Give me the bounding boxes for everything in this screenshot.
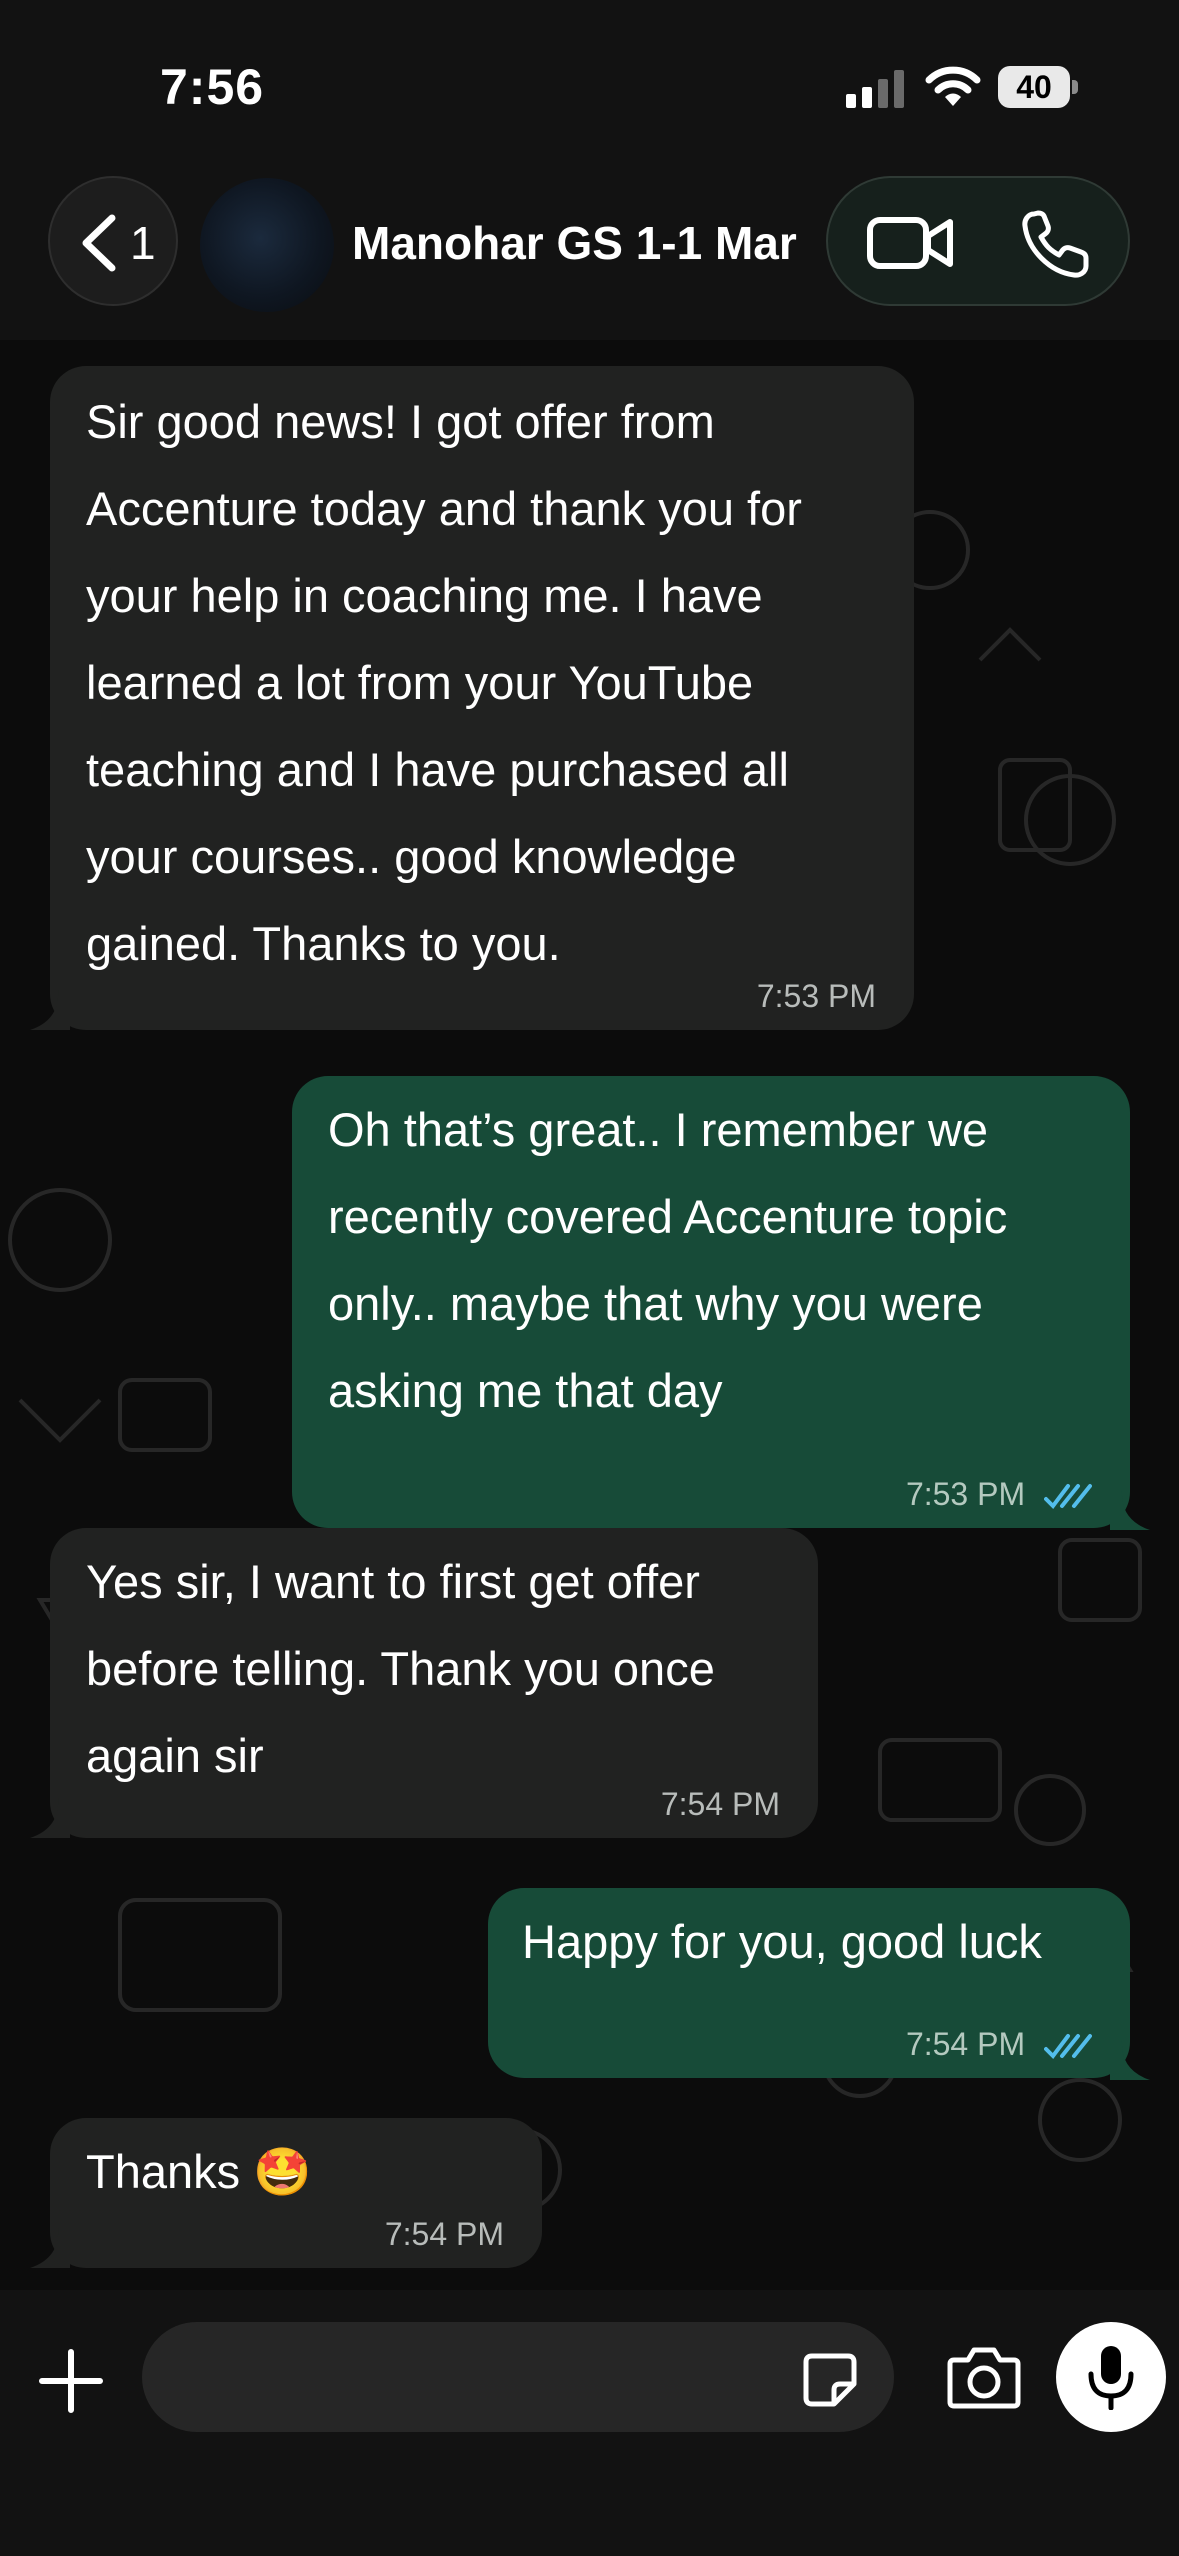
video-call-icon[interactable] (866, 212, 956, 272)
message-time: 7:54 PM (905, 2026, 1026, 2062)
message-time: 7:54 PM (384, 2216, 504, 2252)
wifi-icon (925, 66, 981, 106)
plus-icon[interactable] (36, 2346, 106, 2416)
call-actions (826, 176, 1130, 306)
message-text: Oh that’s great.. I remember we recently… (328, 1103, 1008, 1417)
message-bubble-incoming[interactable]: Sir good news! I got offer from Accentur… (50, 366, 914, 1030)
chat-header: 1 Manohar GS 1-1 Mar (0, 170, 1179, 340)
bubble-tail (30, 1798, 70, 1838)
message-input[interactable] (142, 2322, 894, 2432)
battery-level: 40 (998, 66, 1070, 108)
battery-nub (1072, 80, 1078, 94)
sticker-icon[interactable] (802, 2352, 858, 2408)
message-text: Happy for you, good luck (522, 1915, 1042, 1968)
message-text: Yes sir, I want to first get offer befor… (86, 1555, 715, 1782)
message-text: Sir good news! I got offer from Accentur… (86, 395, 802, 970)
camera-icon[interactable] (946, 2344, 1022, 2410)
message-meta: 7:53 PM (906, 1474, 1092, 1514)
microphone-button[interactable] (1056, 2322, 1166, 2432)
cellular-signal-icon (846, 70, 904, 108)
bubble-tail (1110, 1490, 1150, 1530)
read-ticks-icon (1044, 2033, 1092, 2059)
back-button[interactable]: 1 (48, 176, 178, 306)
read-ticks-icon (1044, 1483, 1092, 1509)
voice-call-icon[interactable] (1020, 208, 1092, 280)
message-meta: 7:54 PM (906, 2024, 1092, 2064)
avatar[interactable] (200, 178, 334, 312)
message-time: 7:53 PM (756, 978, 876, 1014)
contact-name[interactable]: Manohar GS 1-1 Mar (352, 216, 797, 270)
microphone-icon (1088, 2346, 1134, 2410)
back-chevron-icon (82, 214, 116, 272)
message-bubble-incoming[interactable]: Yes sir, I want to first get offer befor… (50, 1528, 818, 1838)
bubble-tail (30, 2228, 70, 2268)
message-bubble-outgoing[interactable]: Happy for you, good luck 7:54 PM (488, 1888, 1130, 2078)
bubble-tail (1110, 2040, 1150, 2080)
message-bubble-incoming[interactable]: Thanks 🤩 7:54 PM (50, 2118, 542, 2268)
status-time: 7:56 (160, 59, 265, 115)
message-bubble-outgoing[interactable]: Oh that’s great.. I remember we recently… (292, 1076, 1130, 1528)
bubble-tail (30, 990, 70, 1030)
battery-indicator: 40 (998, 66, 1078, 108)
message-time: 7:54 PM (660, 1786, 780, 1822)
message-list[interactable]: Sir good news! I got offer from Accentur… (0, 340, 1179, 2290)
unread-count: 1 (130, 217, 156, 269)
message-time: 7:53 PM (905, 1476, 1026, 1512)
status-bar: 7:56 40 (0, 0, 1179, 170)
message-text: Thanks 🤩 (86, 2145, 312, 2198)
composer-bar (0, 2290, 1179, 2556)
